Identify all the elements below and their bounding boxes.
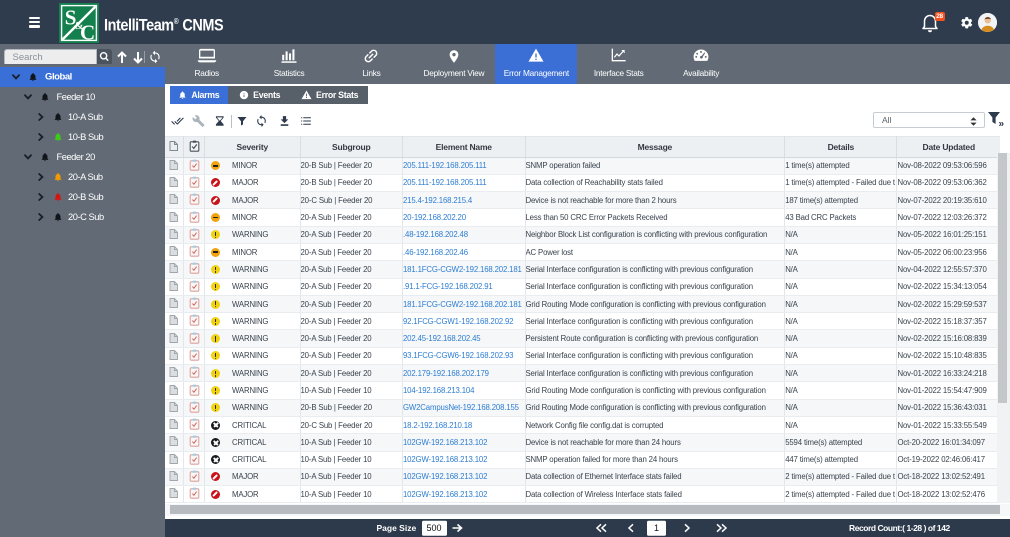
svg-text:C: C <box>80 20 95 43</box>
svg-text:»: » <box>998 119 1004 129</box>
